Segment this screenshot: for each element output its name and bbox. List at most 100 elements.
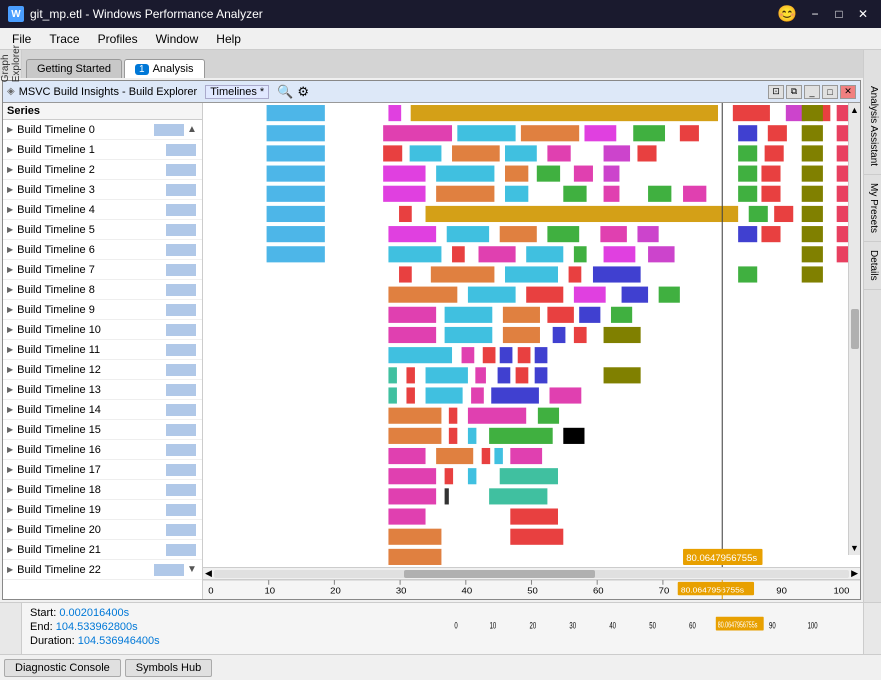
arrow-19: ▶ [7, 505, 13, 514]
maximize-button[interactable]: □ [829, 6, 849, 22]
right-tab-presets[interactable]: My Presets [864, 175, 881, 242]
graph-explorer-toggle[interactable]: Graph Explorer [0, 50, 22, 78]
scroll-v-bottom[interactable]: ▼ [186, 564, 198, 575]
menu-profiles[interactable]: Profiles [90, 30, 146, 48]
arrow-17: ▶ [7, 465, 13, 474]
scroll-right-arrow[interactable]: ▶ [849, 568, 860, 579]
inner-maximize-btn[interactable]: □ [822, 85, 838, 99]
series-mini-12 [166, 364, 196, 376]
series-item-10[interactable]: ▶ Build Timeline 10 [3, 320, 202, 340]
series-item-22[interactable]: ▶ Build Timeline 22 ▼ [3, 560, 202, 580]
inner-float-btn[interactable]: ⧉ [786, 85, 802, 99]
arrow-22: ▶ [7, 565, 13, 574]
series-item-7[interactable]: ▶ Build Timeline 7 [3, 260, 202, 280]
series-item-2[interactable]: ▶ Build Timeline 2 [3, 160, 202, 180]
svg-text:20: 20 [529, 620, 536, 631]
svg-text:60: 60 [689, 620, 696, 631]
series-mini-19 [166, 504, 196, 516]
series-label-8: Build Timeline 8 [17, 284, 95, 296]
arrow-1: ▶ [7, 145, 13, 154]
scroll-thumb[interactable] [851, 309, 859, 349]
timeline-content: Series ▶ Build Timeline 0 ▲ ▶ Build Time… [3, 103, 860, 599]
series-item-8[interactable]: ▶ Build Timeline 8 [3, 280, 202, 300]
svg-text:30: 30 [396, 586, 407, 595]
series-item-18[interactable]: ▶ Build Timeline 18 [3, 480, 202, 500]
right-tab-details[interactable]: Details [864, 242, 881, 290]
arrow-13: ▶ [7, 385, 13, 394]
inner-window: ◈ MSVC Build Insights - Build Explorer T… [2, 80, 861, 600]
inner-restore-btn[interactable]: ⊡ [768, 85, 784, 99]
menu-window[interactable]: Window [148, 30, 207, 48]
inner-title-bar: ◈ MSVC Build Insights - Build Explorer T… [3, 81, 860, 103]
series-label-14: Build Timeline 14 [17, 404, 101, 416]
smiley-icon: 😊 [777, 4, 797, 24]
series-item-21[interactable]: ▶ Build Timeline 21 [3, 540, 202, 560]
settings-icon[interactable]: ⚙ [297, 84, 309, 100]
arrow-21: ▶ [7, 545, 13, 554]
series-panel: Series ▶ Build Timeline 0 ▲ ▶ Build Time… [3, 103, 203, 599]
svg-text:30: 30 [569, 620, 576, 631]
chart-canvas[interactable]: 80.0647956755s ▲ ▼ [203, 103, 860, 567]
bottom-tab-diagnostic[interactable]: Diagnostic Console [4, 659, 121, 677]
h-scroll-track[interactable] [214, 570, 849, 578]
tab-getting-started[interactable]: Getting Started [26, 59, 122, 78]
series-mini-17 [166, 464, 196, 476]
app-title: git_mp.etl - Windows Performance Analyze… [30, 7, 263, 21]
series-label-11: Build Timeline 11 [17, 344, 100, 356]
series-list[interactable]: ▶ Build Timeline 0 ▲ ▶ Build Timeline 1 … [3, 120, 202, 599]
arrow-0: ▶ [7, 125, 13, 134]
menu-trace[interactable]: Trace [41, 30, 87, 48]
timelines-tab[interactable]: Timelines * [205, 85, 269, 99]
series-item-16[interactable]: ▶ Build Timeline 16 [3, 440, 202, 460]
inner-minimize-btn[interactable]: _ [804, 85, 820, 99]
series-mini-3 [166, 184, 196, 196]
series-item-1[interactable]: ▶ Build Timeline 1 [3, 140, 202, 160]
series-label-21: Build Timeline 21 [17, 544, 101, 556]
inner-close-btn[interactable]: ✕ [840, 85, 856, 99]
search-icon[interactable]: 🔍 [277, 84, 293, 100]
inner-window-controls: ⊡ ⧉ _ □ ✕ [768, 85, 856, 99]
scroll-left-arrow[interactable]: ◀ [203, 568, 214, 579]
scroll-up-arrow[interactable]: ▲ [848, 103, 860, 117]
start-value: 0.002016400s [59, 607, 129, 619]
bottom-tab-symbols[interactable]: Symbols Hub [125, 659, 212, 677]
close-button[interactable]: ✕ [853, 6, 873, 22]
horizontal-scrollbar[interactable]: ◀ ▶ [203, 567, 860, 579]
svg-text:40: 40 [609, 620, 616, 631]
minimize-button[interactable]: − [805, 6, 825, 22]
title-bar-left: W git_mp.etl - Windows Performance Analy… [8, 6, 263, 22]
right-tab-analysis[interactable]: Analysis Assistant [864, 78, 881, 175]
series-item-3[interactable]: ▶ Build Timeline 3 [3, 180, 202, 200]
series-item-20[interactable]: ▶ Build Timeline 20 [3, 520, 202, 540]
menu-help[interactable]: Help [208, 30, 249, 48]
vertical-scrollbar[interactable]: ▲ ▼ [848, 103, 860, 555]
svg-text:80.0647956755s: 80.0647956755s [686, 553, 757, 563]
series-label-13: Build Timeline 13 [17, 384, 101, 396]
series-label-1: Build Timeline 1 [17, 144, 95, 156]
series-item-19[interactable]: ▶ Build Timeline 19 [3, 500, 202, 520]
h-scroll-thumb[interactable] [404, 570, 595, 578]
series-item-4[interactable]: ▶ Build Timeline 4 [3, 200, 202, 220]
series-item-12[interactable]: ▶ Build Timeline 12 [3, 360, 202, 380]
scroll-v-0[interactable]: ▲ [186, 124, 198, 135]
series-item-15[interactable]: ▶ Build Timeline 15 [3, 420, 202, 440]
app-icon: W [8, 6, 24, 22]
scroll-down-arrow[interactable]: ▼ [848, 541, 860, 555]
series-item-6[interactable]: ▶ Build Timeline 6 [3, 240, 202, 260]
series-mini-0 [154, 124, 184, 136]
series-item-9[interactable]: ▶ Build Timeline 9 [3, 300, 202, 320]
series-item-5[interactable]: ▶ Build Timeline 5 [3, 220, 202, 240]
series-item-13[interactable]: ▶ Build Timeline 13 [3, 380, 202, 400]
series-item-0[interactable]: ▶ Build Timeline 0 ▲ [3, 120, 202, 140]
tab-analysis[interactable]: 1Analysis [124, 59, 205, 78]
series-item-17[interactable]: ▶ Build Timeline 17 [3, 460, 202, 480]
series-label-10: Build Timeline 10 [17, 324, 101, 336]
series-mini-4 [166, 204, 196, 216]
series-item-11[interactable]: ▶ Build Timeline 11 [3, 340, 202, 360]
arrow-4: ▶ [7, 205, 13, 214]
status-ruler: 0 10 20 30 40 50 60 80.0647956755s 90 10… [451, 603, 864, 654]
timeline-chart: 80.0647956755s [203, 103, 860, 567]
arrow-15: ▶ [7, 425, 13, 434]
series-item-14[interactable]: ▶ Build Timeline 14 [3, 400, 202, 420]
tabs-container: Getting Started 1Analysis [22, 50, 863, 78]
